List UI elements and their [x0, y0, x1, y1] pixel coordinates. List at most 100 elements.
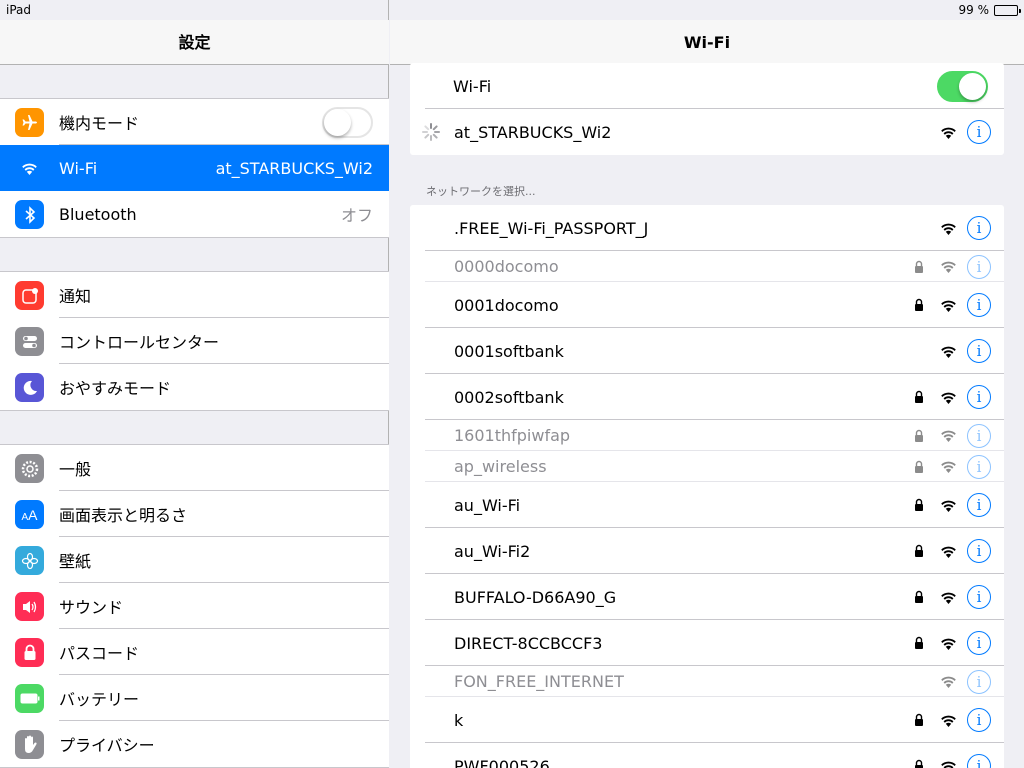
wifi-pane: Wi-Fi Wi-Fi at_STARBUCKS_Wi2 i ネットワークを選択… [390, 0, 1024, 768]
network-row-0001docomo[interactable]: 0001docomo i [410, 282, 1004, 328]
control-center-icon [15, 327, 44, 356]
network-name: DIRECT-8CCBCCF3 [454, 633, 603, 653]
info-button[interactable]: i [967, 669, 991, 694]
settings-group-connectivity: 機内モード Wi-Fi at_STARBUCKS_Wi2 Bluetooth オフ [0, 98, 389, 238]
settings-row-privacy[interactable]: プライバシー [0, 721, 389, 767]
info-button[interactable]: i [967, 385, 991, 409]
settings-pane: 設定 機内モード Wi-Fi at_STARBUCKS_Wi2 Bluetooth オフ… [0, 0, 389, 768]
wifi-signal-icon [941, 500, 956, 512]
loading-spinner-icon [422, 123, 440, 141]
lock-icon [915, 260, 923, 273]
settings-row-passcode[interactable]: パスコード [0, 629, 389, 675]
network-row-buffalo-d66a90-g[interactable]: BUFFALO-D66A90_G i [410, 574, 1004, 620]
wifi-signal-icon [941, 300, 956, 312]
settings-row-moon[interactable]: おやすみモード [0, 364, 389, 410]
settings-row-label: 一般 [59, 460, 92, 479]
wifi-toggle-card: Wi-Fi at_STARBUCKS_Wi2 i [410, 63, 1004, 155]
network-row-k[interactable]: ki [410, 697, 1004, 743]
connected-network-row[interactable]: at_STARBUCKS_Wi2 i [410, 109, 1004, 155]
lock-icon [915, 636, 923, 649]
lock-icon [915, 429, 923, 442]
network-row-0000docomo[interactable]: 0000docomo i [410, 251, 1004, 282]
wifi-toggle-row: Wi-Fi [410, 63, 1004, 109]
info-button[interactable]: i [967, 493, 991, 517]
info-button[interactable]: i [967, 539, 991, 563]
wifi-signal-icon [941, 223, 956, 235]
moon-icon [15, 373, 44, 402]
network-row-ap-wireless[interactable]: ap_wireless i [410, 451, 1004, 482]
network-row-pwf000526[interactable]: PWF000526 i [410, 743, 1004, 768]
settings-row-display[interactable]: AA 画面表示と明るさ [0, 491, 389, 537]
status-bar: iPad 99 % [0, 0, 1024, 20]
wifi-switch[interactable] [937, 70, 988, 102]
wallpaper-icon [15, 546, 44, 575]
info-button[interactable]: i [967, 754, 991, 768]
display-icon: AA [15, 500, 44, 529]
lock-icon [915, 298, 923, 311]
info-button[interactable]: i [967, 254, 991, 279]
network-row-free-wi-fi-passport-j[interactable]: .FREE_Wi-Fi_PASSPORT_J i [410, 205, 1004, 251]
network-name: k [454, 710, 464, 730]
settings-row-label: コントロールセンター [59, 333, 220, 352]
wifi-icon [15, 154, 44, 183]
settings-row-label: サウンド [59, 598, 124, 617]
network-name: ap_wireless [454, 457, 547, 476]
network-row-au-wi-fi[interactable]: au_Wi-Fi i [410, 482, 1004, 528]
wifi-toggle-label: Wi-Fi [453, 76, 492, 96]
lock-icon [915, 498, 923, 511]
network-name: 1601thfpiwfap [454, 426, 571, 445]
settings-row-bluetooth[interactable]: Bluetooth オフ [0, 191, 389, 237]
wifi-signal-icon [941, 676, 956, 688]
settings-row-label: バッテリー [59, 690, 140, 709]
network-name: PWF000526 [454, 756, 550, 768]
network-name: 0002softbank [454, 387, 564, 407]
network-row-direct-8ccbccf3[interactable]: DIRECT-8CCBCCF3 i [410, 620, 1004, 666]
info-button[interactable]: i [967, 339, 991, 363]
info-button[interactable]: i [967, 631, 991, 655]
info-button[interactable]: i [967, 423, 991, 448]
lock-icon [915, 460, 923, 473]
info-button[interactable]: i [967, 120, 991, 144]
info-button[interactable]: i [967, 293, 991, 317]
wifi-signal-icon [941, 461, 956, 473]
settings-row-battery[interactable]: バッテリー [0, 675, 389, 721]
info-button[interactable]: i [967, 216, 991, 240]
wifi-signal-icon [941, 392, 956, 404]
lock-icon [915, 390, 923, 403]
settings-row-wallpaper[interactable]: 壁紙 [0, 537, 389, 583]
network-name: BUFFALO-D66A90_G [454, 587, 617, 607]
network-name: .FREE_Wi-Fi_PASSPORT_J [454, 218, 649, 238]
network-row-0001softbank[interactable]: 0001softbank i [410, 328, 1004, 374]
info-button[interactable]: i [967, 454, 991, 479]
network-name: 0000docomo [454, 257, 559, 276]
network-row-fon-free-internet[interactable]: FON_FREE_INTERNET i [410, 666, 1004, 697]
lock-icon [915, 713, 923, 726]
network-name: au_Wi-Fi2 [454, 541, 531, 561]
sound-icon [15, 592, 44, 621]
network-row-au-wi-fi2[interactable]: au_Wi-Fi2 i [410, 528, 1004, 574]
switch-knob [324, 108, 351, 136]
settings-row-airplane[interactable]: 機内モード [0, 99, 389, 145]
info-button[interactable]: i [967, 585, 991, 609]
network-row-1601thfpiwfap[interactable]: 1601thfpiwfap i [410, 420, 1004, 451]
network-list: .FREE_Wi-Fi_PASSPORT_J i 0000docomo i 0001do… [410, 205, 1004, 768]
settings-row-label: 画面表示と明るさ [59, 506, 188, 525]
settings-row-label: Bluetooth [59, 204, 137, 224]
battery-icon [15, 684, 44, 713]
wifi-title: Wi-Fi [390, 20, 1024, 65]
battery-icon [994, 4, 1021, 16]
settings-row-label: 通知 [59, 287, 92, 306]
gear-icon [15, 454, 44, 483]
settings-row-notifications[interactable]: 通知 [0, 272, 389, 318]
airplane-mode-switch[interactable] [322, 106, 373, 138]
settings-row-control-center[interactable]: コントロールセンター [0, 318, 389, 364]
info-button[interactable]: i [967, 708, 991, 732]
settings-row-wifi[interactable]: Wi-Fi at_STARBUCKS_Wi2 [0, 145, 389, 191]
settings-row-label: おやすみモード [59, 379, 172, 398]
notifications-icon [15, 281, 44, 310]
settings-row-sound[interactable]: サウンド [0, 583, 389, 629]
network-name: FON_FREE_INTERNET [454, 672, 624, 691]
network-row-0002softbank[interactable]: 0002softbank i [410, 374, 1004, 420]
passcode-icon [15, 638, 44, 667]
settings-row-gear[interactable]: 一般 [0, 445, 389, 491]
